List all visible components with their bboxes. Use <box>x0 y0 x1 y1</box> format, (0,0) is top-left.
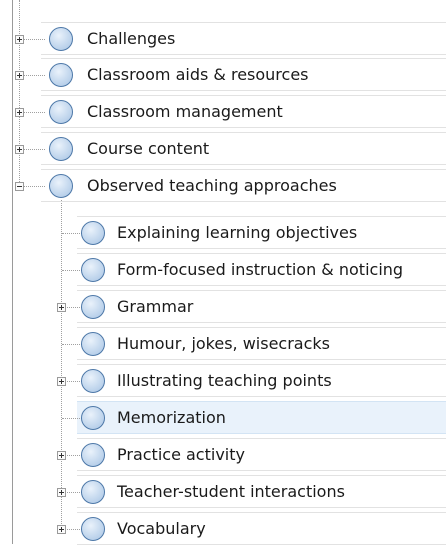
tree-row-label: Observed teaching approaches <box>87 176 337 195</box>
node-tree-panel: Challenges Classroom aids & resources Cl… <box>12 0 446 545</box>
node-circle-icon <box>81 443 105 467</box>
collapse-icon[interactable] <box>15 182 24 191</box>
tree-connector <box>61 200 62 530</box>
node-circle-icon <box>81 295 105 319</box>
tree-row-grammar[interactable]: Grammar <box>77 290 446 323</box>
tree-row-course-content[interactable]: Course content <box>41 132 446 165</box>
node-circle-icon <box>81 221 105 245</box>
tree-row-classroom-management[interactable]: Classroom management <box>41 95 446 128</box>
tree-connector <box>62 418 82 419</box>
tree-connector <box>23 39 45 40</box>
tree-row-form-focused[interactable]: Form-focused instruction & noticing <box>77 253 446 286</box>
tree-row-illustrating[interactable]: Illustrating teaching points <box>77 364 446 397</box>
node-circle-icon <box>49 63 73 87</box>
tree-row-observed-teaching[interactable]: Observed teaching approaches <box>41 169 446 202</box>
node-circle-icon <box>49 174 73 198</box>
tree-row-humour[interactable]: Humour, jokes, wisecracks <box>77 327 446 360</box>
expand-icon[interactable] <box>57 488 66 497</box>
tree-connector <box>19 0 20 188</box>
tree-row-explaining-objectives[interactable]: Explaining learning objectives <box>77 216 446 249</box>
tree-row-practice-activity[interactable]: Practice activity <box>77 438 446 471</box>
expand-icon[interactable] <box>15 71 24 80</box>
expand-icon[interactable] <box>57 451 66 460</box>
tree-connector <box>23 149 45 150</box>
node-circle-icon <box>49 137 73 161</box>
tree-row-label: Humour, jokes, wisecracks <box>117 334 331 353</box>
tree-row-label: Challenges <box>87 29 176 48</box>
node-circle-icon <box>81 332 105 356</box>
node-circle-icon <box>81 406 105 430</box>
expand-icon[interactable] <box>15 145 24 154</box>
tree-row-vocabulary[interactable]: Vocabulary <box>77 512 446 545</box>
tree-connector <box>62 344 82 345</box>
tree-row-label: Illustrating teaching points <box>117 371 332 390</box>
tree-row-label: Classroom aids & resources <box>87 65 309 84</box>
expand-icon[interactable] <box>15 108 24 117</box>
tree-row-label: Grammar <box>117 297 194 316</box>
tree-connector <box>23 186 45 187</box>
tree-row-teacher-student[interactable]: Teacher-student interactions <box>77 475 446 508</box>
tree-row-label: Course content <box>87 139 210 158</box>
node-circle-icon <box>81 480 105 504</box>
tree-row-label: Practice activity <box>117 445 245 464</box>
expand-icon[interactable] <box>57 303 66 312</box>
tree-connector <box>23 75 45 76</box>
node-circle-icon <box>49 100 73 124</box>
tree-row-memorization[interactable]: Memorization <box>77 401 446 434</box>
tree-row-label: Form-focused instruction & noticing <box>117 260 404 279</box>
tree-connector <box>23 112 45 113</box>
node-circle-icon <box>81 258 105 282</box>
tree-row-label: Vocabulary <box>117 519 206 538</box>
tree-connector <box>62 270 82 271</box>
tree-row-label: Classroom management <box>87 102 283 121</box>
tree-row-classroom-aids[interactable]: Classroom aids & resources <box>41 58 446 91</box>
tree-connector <box>62 233 82 234</box>
tree-row-label: Teacher-student interactions <box>117 482 345 501</box>
node-circle-icon <box>81 369 105 393</box>
tree-row-label: Memorization <box>117 408 226 427</box>
tree-row-label: Explaining learning objectives <box>117 223 358 242</box>
expand-icon[interactable] <box>15 35 24 44</box>
expand-icon[interactable] <box>57 377 66 386</box>
node-circle-icon <box>81 517 105 541</box>
node-circle-icon <box>49 27 73 51</box>
expand-icon[interactable] <box>57 525 66 534</box>
tree-row-challenges[interactable]: Challenges <box>41 22 446 55</box>
